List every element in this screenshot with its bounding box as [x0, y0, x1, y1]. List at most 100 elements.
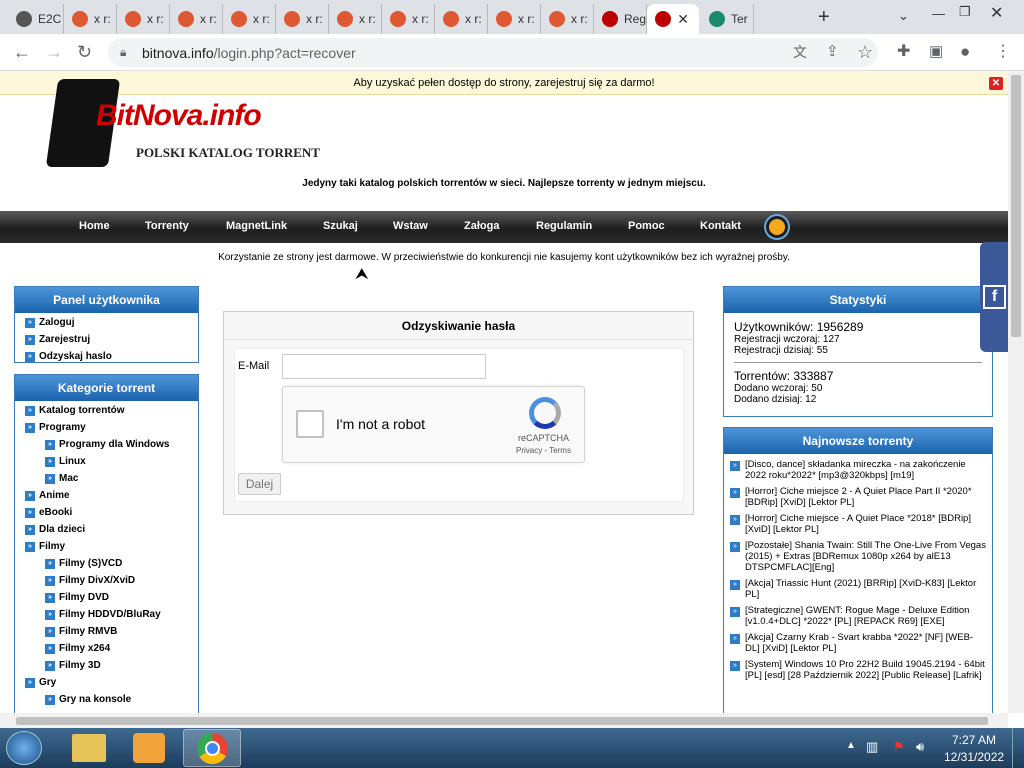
menu-item[interactable]: » Filmy x264 — [15, 640, 198, 657]
torrent-link[interactable]: » [System] Windows 10 Pro 22H2 Build 1904… — [724, 657, 992, 684]
new-tab-button[interactable]: + — [818, 6, 830, 29]
translate-icon[interactable]: 文 — [793, 42, 807, 62]
bullet-arrow-icon: » — [25, 542, 35, 552]
browser-tab[interactable]: Ter — [701, 4, 754, 34]
browser-tab[interactable]: E2C — [8, 4, 64, 34]
browser-tab[interactable]: x r: — [541, 4, 594, 34]
nav-item[interactable]: Szukaj — [323, 220, 358, 232]
browser-tab[interactable]: Reg — [594, 4, 647, 34]
menu-item[interactable]: » Filmy (S)VCD — [15, 555, 198, 572]
close-tab-icon[interactable]: ✕ — [677, 11, 689, 28]
menu-item[interactable]: » Anime — [15, 487, 198, 504]
address-bar[interactable]: 🔒︎ bitnova.info/login.php?act=recover — [108, 38, 878, 67]
recaptcha-links[interactable]: Privacy - Terms — [516, 446, 571, 455]
media-player-icon[interactable] — [133, 733, 165, 763]
menu-item[interactable]: » Filmy 3D — [15, 657, 198, 674]
explorer-icon[interactable] — [72, 734, 106, 762]
maximize-button[interactable]: ❐ — [959, 4, 971, 20]
menu-item[interactable]: » Mac — [15, 470, 198, 487]
torrent-link[interactable]: » [Akcja] Czarny Krab - Svart krabba *202… — [724, 630, 992, 657]
browser-tab[interactable]: ✕ — [647, 4, 699, 34]
vertical-scrollbar[interactable] — [1008, 71, 1024, 713]
browser-tab[interactable]: x r: — [276, 4, 329, 34]
sidepanel-icon[interactable]: ▣ — [929, 42, 943, 62]
network-icon[interactable]: ▥ — [866, 739, 878, 755]
menu-item[interactable]: » Dla dzieci — [15, 521, 198, 538]
browser-tab[interactable]: x r: — [382, 4, 435, 34]
menu-item[interactable]: » Katalog torrentów — [15, 402, 198, 419]
nav-item[interactable]: Torrenty — [145, 220, 189, 232]
email-input[interactable] — [282, 354, 486, 379]
menu-item[interactable]: » eBooki — [15, 504, 198, 521]
menu-item[interactable]: » Filmy RMVB — [15, 623, 198, 640]
menu-item[interactable]: » Zarejestruj — [15, 331, 198, 348]
reload-icon[interactable]: ↻ — [77, 42, 92, 62]
tray-arrow-icon[interactable]: ▲ — [846, 740, 856, 751]
nav-item[interactable]: Regulamin — [536, 220, 592, 232]
torrent-link[interactable]: » [Akcja] Triassic Hunt (2021) [BRRip] [X… — [724, 576, 992, 603]
menu-item[interactable]: » Filmy — [15, 538, 198, 555]
show-desktop-button[interactable] — [1012, 728, 1024, 768]
bullet-arrow-icon: » — [730, 488, 740, 498]
email-label: E-Mail — [238, 360, 270, 372]
submit-button[interactable]: Dalej — [238, 473, 281, 495]
theme-toggle-icon[interactable] — [769, 219, 785, 235]
menu-item[interactable]: » Programy dla Windows — [15, 436, 198, 453]
menu-kebab-icon[interactable]: ⋮ — [995, 42, 1011, 62]
tab-title: Ter — [731, 12, 748, 26]
nav-item[interactable]: Wstaw — [393, 220, 428, 232]
close-window-button[interactable]: ✕ — [990, 3, 1003, 23]
action-center-icon[interactable]: ⚑ — [893, 739, 905, 755]
start-button[interactable] — [6, 731, 42, 765]
menu-item[interactable]: » Filmy DVD — [15, 589, 198, 606]
clock[interactable]: 7:27 AM 12/31/2022 — [944, 733, 1004, 764]
bullet-arrow-icon: » — [45, 644, 55, 654]
browser-tab[interactable]: x r: — [64, 4, 117, 34]
nav-item[interactable]: Pomoc — [628, 220, 665, 232]
torrent-link[interactable]: » [Pozostałe] Shania Twain: Still The One… — [724, 538, 992, 576]
torrent-link[interactable]: » [Disco, dance] składanka mireczka - na … — [724, 457, 992, 484]
browser-tab[interactable]: x r: — [329, 4, 382, 34]
menu-item[interactable]: » Filmy DivX/XviD — [15, 572, 198, 589]
menu-item[interactable]: » Linux — [15, 453, 198, 470]
facebook-widget[interactable]: f — [980, 242, 1008, 352]
notice-close-icon[interactable]: ✕ — [989, 77, 1003, 90]
profile-avatar-icon[interactable]: ● — [960, 42, 970, 62]
browser-tab[interactable]: x r: — [488, 4, 541, 34]
menu-item[interactable]: » Gry na konsole — [15, 691, 198, 708]
chrome-taskbar-button[interactable] — [183, 729, 241, 767]
torrent-link[interactable]: » [Strategiczne] GWENT: Rogue Mage - Delu… — [724, 603, 992, 630]
site-logo[interactable]: BitNova.info POLSKI KATALOG TORRENT — [45, 77, 322, 167]
nav-item[interactable]: MagnetLink — [226, 220, 287, 232]
torrent-link[interactable]: » [Horror] Ciche miejsce 2 - A Quiet Plac… — [724, 484, 992, 511]
browser-tab[interactable]: x r: — [170, 4, 223, 34]
menu-item[interactable]: » Gry — [15, 674, 198, 691]
vertical-scroll-thumb[interactable] — [1011, 75, 1021, 337]
horizontal-scrollbar[interactable] — [0, 713, 1008, 728]
browser-tab[interactable]: x r: — [223, 4, 276, 34]
menu-item[interactable]: » Filmy HDDVD/BluRay — [15, 606, 198, 623]
menu-item[interactable]: » Odzyskaj haslo — [15, 348, 198, 365]
bookmark-star-icon[interactable]: ☆ — [857, 42, 873, 62]
browser-tab[interactable]: x r: — [435, 4, 488, 34]
horizontal-scroll-thumb[interactable] — [16, 717, 988, 725]
back-icon[interactable]: ← — [13, 42, 31, 62]
volume-icon[interactable]: 🔊︎ — [916, 739, 924, 755]
bullet-arrow-icon: » — [730, 542, 740, 552]
share-icon[interactable]: ⇪ — [826, 42, 839, 62]
nav-item[interactable]: Home — [79, 220, 110, 232]
menu-item-label: Filmy — [39, 541, 66, 552]
nav-item[interactable]: Załoga — [464, 220, 499, 232]
bullet-arrow-icon: » — [45, 440, 55, 450]
forward-icon[interactable]: → — [45, 42, 63, 62]
torrent-link[interactable]: » [Horror] Ciche miejsce - A Quiet Place … — [724, 511, 992, 538]
browser-tab[interactable]: x r: — [117, 4, 170, 34]
menu-item[interactable]: » Zaloguj — [15, 314, 198, 331]
bullet-arrow-icon: » — [45, 559, 55, 569]
menu-item[interactable]: » Programy — [15, 419, 198, 436]
nav-item[interactable]: Kontakt — [700, 220, 741, 232]
tab-search-icon[interactable]: ⌄ — [898, 8, 909, 24]
recaptcha-checkbox[interactable] — [296, 410, 324, 438]
minimize-button[interactable]: — — [932, 6, 945, 21]
extensions-icon[interactable]: ✚ — [897, 42, 910, 62]
